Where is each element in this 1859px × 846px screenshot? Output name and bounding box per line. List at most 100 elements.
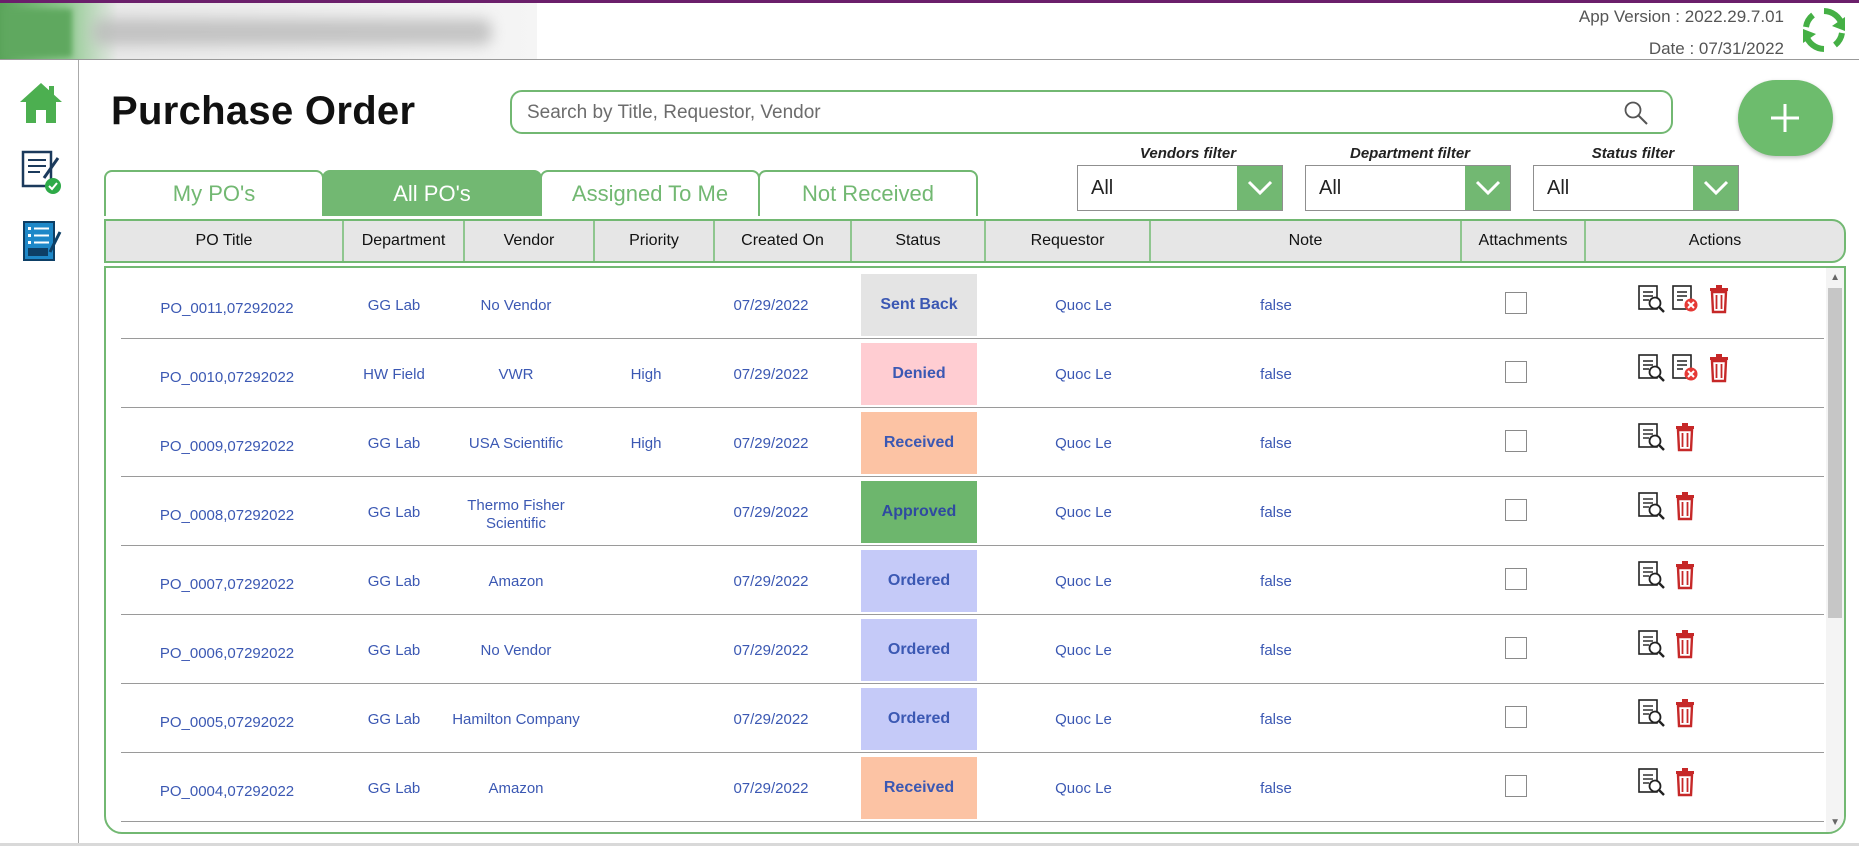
note-cell: false: [1260, 780, 1292, 797]
header-divider: [0, 59, 1859, 60]
view-icon[interactable]: [1636, 422, 1666, 452]
view-icon[interactable]: [1636, 767, 1666, 797]
column-header-department[interactable]: Department: [344, 221, 465, 261]
created-on-cell: 07/29/2022: [733, 366, 809, 383]
po-title-link[interactable]: PO_0005,07292022: [121, 714, 333, 731]
view-icon[interactable]: [1636, 491, 1666, 521]
delete-icon[interactable]: [1670, 629, 1700, 659]
table-row[interactable]: PO_0006,07292022 GG Lab No Vendor 07/29/202…: [121, 615, 1824, 684]
scrollbar[interactable]: ▲ ▼: [1826, 268, 1844, 832]
column-header-created-on[interactable]: Created On: [715, 221, 852, 261]
chevron-down-icon[interactable]: [1693, 166, 1738, 210]
column-header-attachments[interactable]: Attachments: [1462, 221, 1586, 261]
delete-icon[interactable]: [1704, 353, 1734, 383]
app-version: App Version : 2022.29.7.01: [1578, 7, 1784, 26]
tab-all-pos[interactable]: All PO's: [322, 170, 542, 216]
po-title-link[interactable]: PO_0008,07292022: [121, 507, 333, 524]
search-icon[interactable]: [1623, 100, 1649, 126]
vendor-cell: VWR: [498, 366, 534, 383]
approval-doc-icon[interactable]: [18, 148, 64, 194]
vendors-filter-dropdown[interactable]: All: [1077, 165, 1283, 211]
purchase-list-icon[interactable]: [18, 218, 64, 264]
po-title-link[interactable]: PO_0007,07292022: [121, 576, 333, 593]
refresh-icon[interactable]: [1799, 5, 1849, 55]
table-row[interactable]: PO_0004,07292022 GG Lab Amazon 07/29/2022 Re…: [121, 753, 1824, 822]
table-row[interactable]: PO_0005,07292022 GG Lab Hamilton Company 07…: [121, 684, 1824, 753]
scroll-up-arrow[interactable]: ▲: [1830, 272, 1840, 283]
department-cell: GG Lab: [367, 297, 421, 314]
delete-icon[interactable]: [1670, 698, 1700, 728]
add-po-button[interactable]: [1738, 80, 1833, 156]
tab-my-pos[interactable]: My PO's: [104, 170, 324, 216]
view-icon[interactable]: [1636, 629, 1666, 659]
scroll-down-arrow[interactable]: ▼: [1830, 817, 1840, 828]
note-cell: false: [1260, 504, 1292, 521]
vendor-cell: Thermo Fisher Scientific: [467, 497, 565, 532]
vendor-cell: Amazon: [488, 573, 544, 590]
note-cell: false: [1260, 642, 1292, 659]
scrollbar-thumb[interactable]: [1828, 288, 1842, 618]
column-header-vendor[interactable]: Vendor: [465, 221, 595, 261]
po-title-link[interactable]: PO_0010,07292022: [121, 369, 333, 386]
reject-doc-icon[interactable]: [1670, 284, 1700, 314]
column-header-status[interactable]: Status: [852, 221, 986, 261]
search-bar[interactable]: Search by Title, Requestor, Vendor: [510, 90, 1673, 134]
department-cell: GG Lab: [367, 435, 421, 452]
requestor-cell: Quoc Le: [1055, 642, 1112, 659]
attachments-checkbox[interactable]: [1505, 568, 1527, 590]
requestor-cell: Quoc Le: [1055, 504, 1112, 521]
status-filter-dropdown[interactable]: All: [1533, 165, 1739, 211]
status-filter-label: Status filter: [1591, 145, 1675, 162]
attachments-checkbox[interactable]: [1505, 361, 1527, 383]
delete-icon[interactable]: [1670, 491, 1700, 521]
attachments-checkbox[interactable]: [1505, 292, 1527, 314]
tab-assigned-to-me[interactable]: Assigned To Me: [540, 170, 760, 216]
home-icon[interactable]: [18, 80, 64, 126]
attachments-checkbox[interactable]: [1505, 499, 1527, 521]
department-filter-dropdown[interactable]: All: [1305, 165, 1511, 211]
table-row[interactable]: PO_0011,07292022 GG Lab No Vendor 07/29/202…: [121, 270, 1824, 339]
note-cell: false: [1260, 366, 1292, 383]
table-row[interactable]: PO_0009,07292022 GG Lab USA Scientific High…: [121, 408, 1824, 477]
po-title-link[interactable]: PO_0004,07292022: [121, 783, 333, 800]
attachments-checkbox[interactable]: [1505, 775, 1527, 797]
column-header-priority[interactable]: Priority: [595, 221, 715, 261]
search-input[interactable]: Search by Title, Requestor, Vendor: [527, 102, 821, 124]
delete-icon[interactable]: [1670, 422, 1700, 452]
table-row[interactable]: PO_0010,07292022 HW Field VWR High 07/29/202…: [121, 339, 1824, 408]
vendor-cell: Hamilton Company: [452, 711, 580, 728]
view-icon[interactable]: [1636, 698, 1666, 728]
view-icon[interactable]: [1636, 353, 1666, 383]
status-badge: Denied: [861, 343, 977, 405]
po-title-link[interactable]: PO_0009,07292022: [121, 438, 333, 455]
attachments-checkbox[interactable]: [1505, 430, 1527, 452]
column-header-po-title[interactable]: PO Title: [106, 221, 344, 261]
page-title: Purchase Order: [111, 89, 416, 133]
column-header-actions[interactable]: Actions: [1586, 221, 1844, 261]
company-logo: [0, 3, 537, 59]
vendors-filter-label: Vendors filter: [1139, 145, 1237, 162]
chevron-down-icon[interactable]: [1465, 166, 1510, 210]
attachments-checkbox[interactable]: [1505, 706, 1527, 728]
delete-icon[interactable]: [1670, 767, 1700, 797]
po-title-link[interactable]: PO_0006,07292022: [121, 645, 333, 662]
reject-doc-icon[interactable]: [1670, 353, 1700, 383]
plus-icon: [1771, 104, 1799, 132]
delete-icon[interactable]: [1704, 284, 1734, 314]
attachments-checkbox[interactable]: [1505, 637, 1527, 659]
column-header-note[interactable]: Note: [1151, 221, 1462, 261]
status-badge: Received: [861, 757, 977, 819]
vendor-cell: No Vendor: [480, 297, 552, 314]
table-row[interactable]: PO_0007,07292022 GG Lab Amazon 07/29/2022 Or…: [121, 546, 1824, 615]
view-icon[interactable]: [1636, 284, 1666, 314]
logo-text-blurred: [92, 19, 492, 45]
po-title-link[interactable]: PO_0011,07292022: [121, 300, 333, 317]
table-row[interactable]: PO_0008,07292022 GG Lab Thermo Fisher Scie…: [121, 477, 1824, 546]
delete-icon[interactable]: [1670, 560, 1700, 590]
column-header-requestor[interactable]: Requestor: [986, 221, 1151, 261]
department-filter-value: All: [1319, 177, 1342, 199]
chevron-down-icon[interactable]: [1237, 166, 1282, 210]
tab-not-received[interactable]: Not Received: [758, 170, 978, 216]
view-icon[interactable]: [1636, 560, 1666, 590]
table-header: PO Title Department Vendor Priority Crea…: [104, 219, 1846, 263]
